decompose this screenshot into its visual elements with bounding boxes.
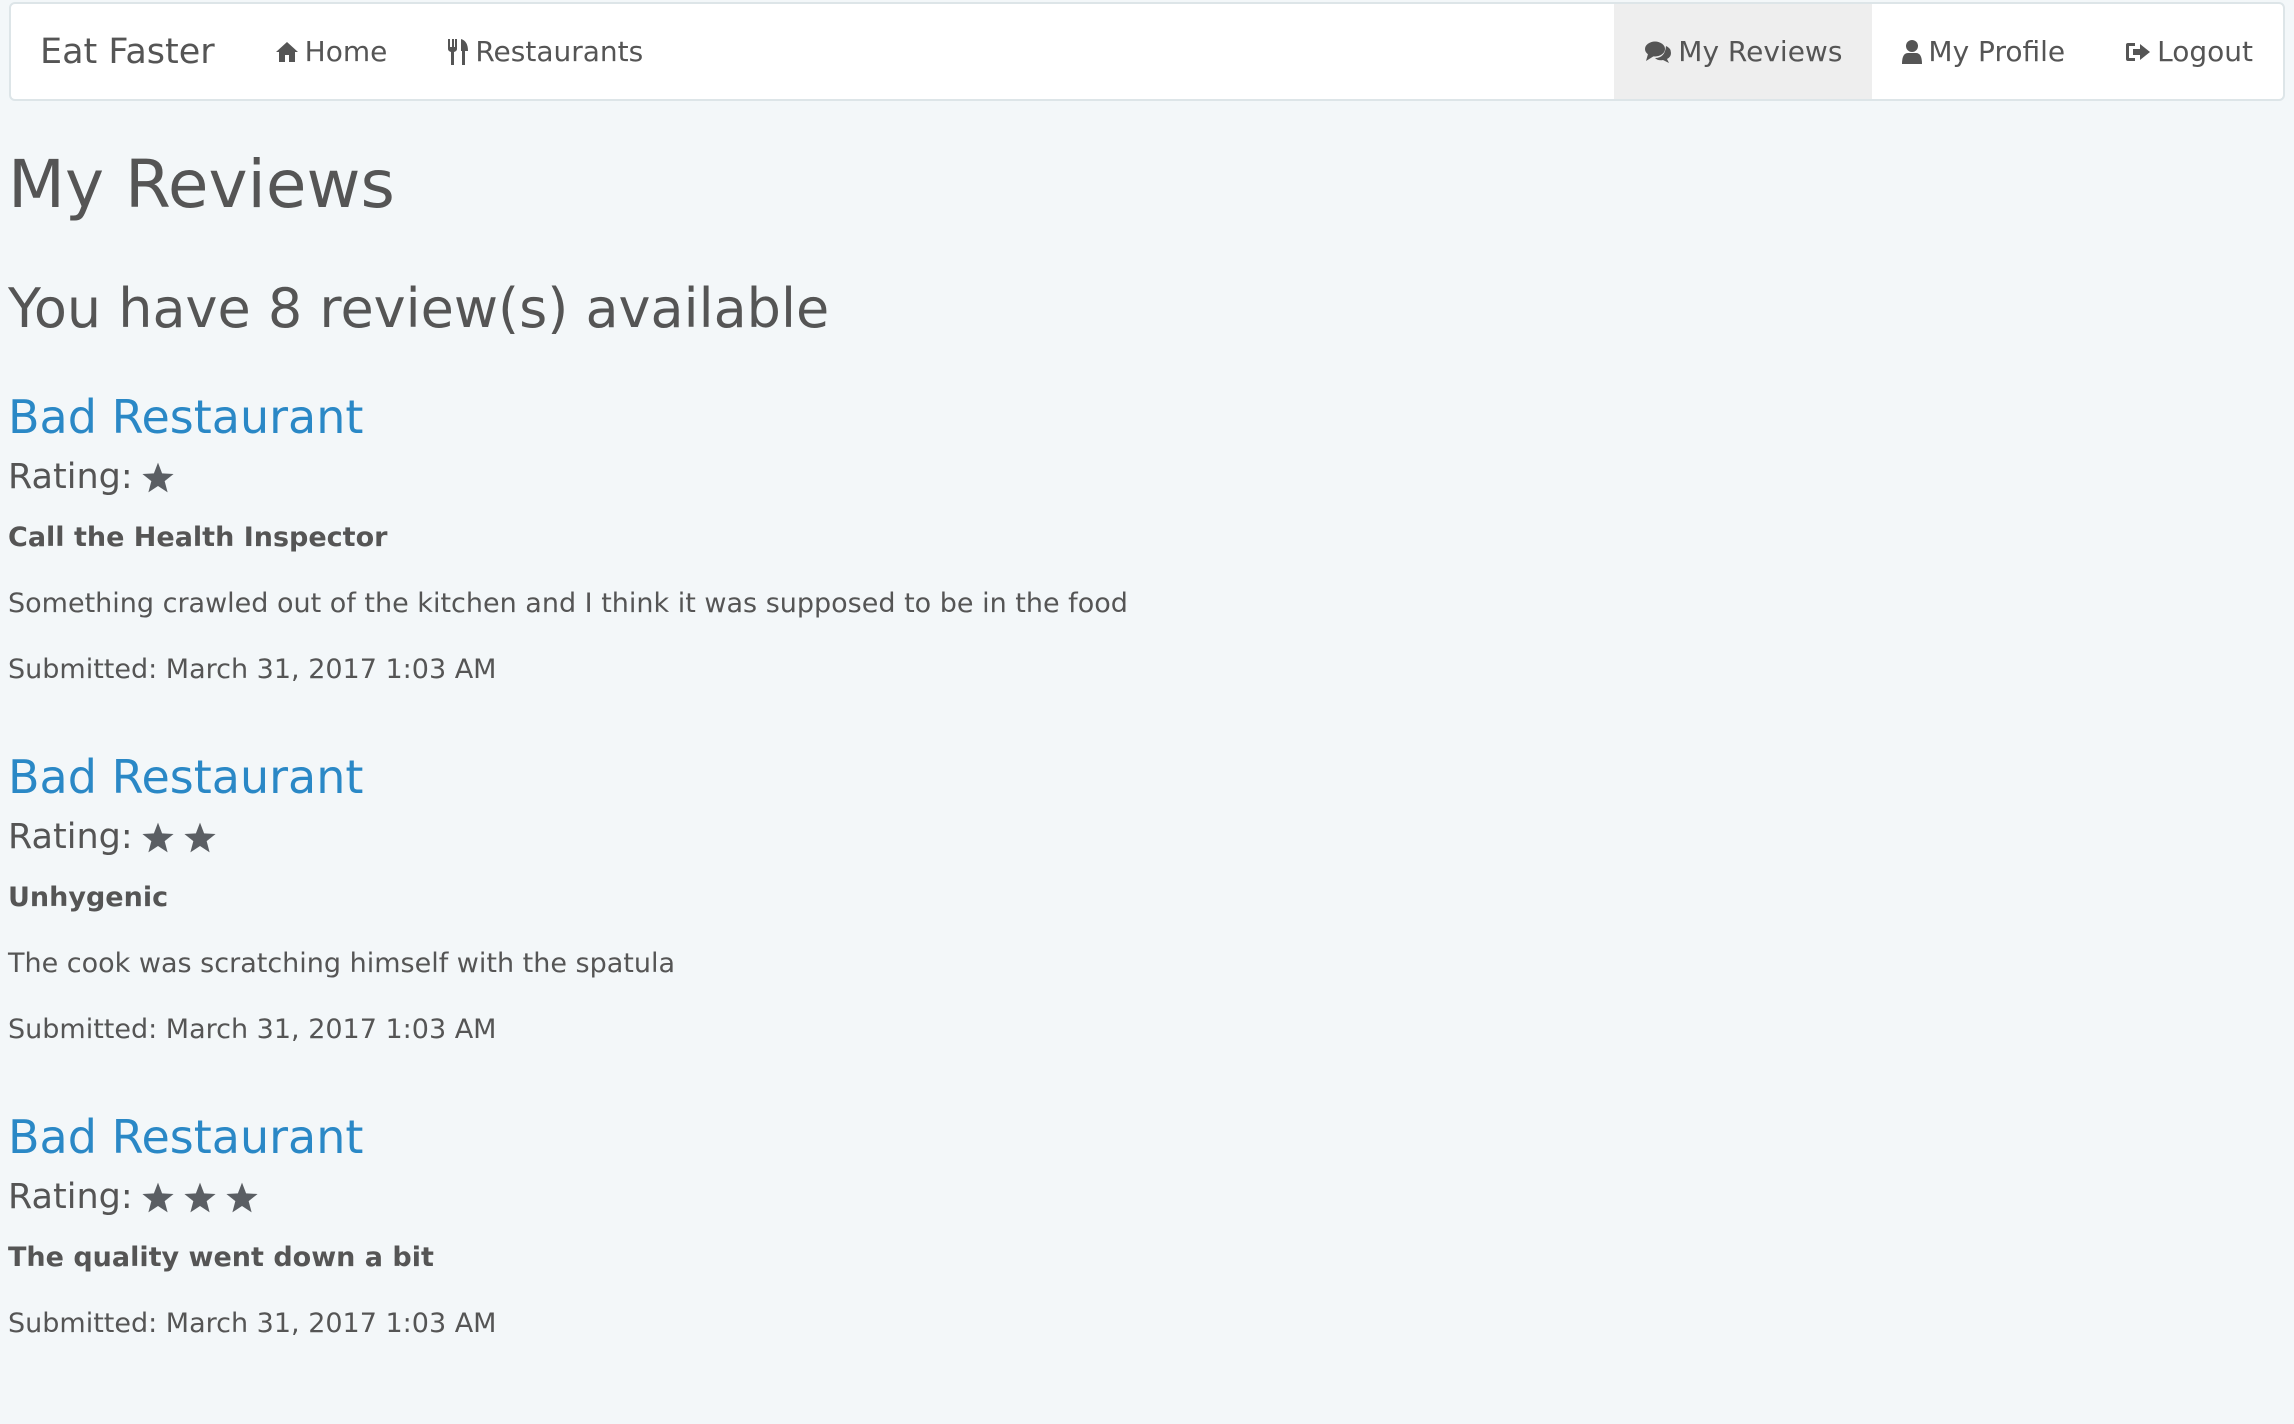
user-icon <box>1902 39 1923 65</box>
nav-item-my-reviews[interactable]: My Reviews <box>1614 4 1873 99</box>
brand-link[interactable]: Eat Faster <box>11 4 245 99</box>
page-title: My Reviews <box>8 146 395 223</box>
review-rating: Rating: <box>8 1174 2278 1220</box>
review-restaurant-link[interactable]: Bad Restaurant <box>8 388 363 446</box>
nav-right: My Reviews My Profile Logout <box>1614 4 2283 99</box>
nav-item-restaurants[interactable]: Restaurants <box>417 4 673 99</box>
cutlery-icon <box>447 38 469 66</box>
comments-icon <box>1644 40 1672 64</box>
nav-item-label: My Reviews <box>1678 35 1843 68</box>
nav-item-label: Logout <box>2157 35 2253 68</box>
nav-item-home[interactable]: Home <box>245 4 418 99</box>
review-item: Bad Restaurant Rating: The quality went … <box>8 1108 2278 1344</box>
rating-stars <box>141 461 175 494</box>
review-body: The cook was scratching himself with the… <box>8 948 676 979</box>
review-restaurant-link[interactable]: Bad Restaurant <box>8 1108 363 1166</box>
nav-item-my-profile[interactable]: My Profile <box>1872 4 2095 99</box>
star-icon <box>184 1182 216 1212</box>
rating-stars <box>141 1181 259 1214</box>
review-body: Something crawled out of the kitchen and… <box>8 588 1128 619</box>
rating-label: Rating: <box>8 817 133 857</box>
star-icon <box>226 1182 258 1212</box>
nav-left: Home Restaurants <box>245 4 674 99</box>
review-item: Bad Restaurant Rating: Unhygenic The coo… <box>8 748 2278 1050</box>
star-icon <box>142 462 174 492</box>
main-content: My Reviews You have 8 review(s) availabl… <box>8 140 2278 1344</box>
star-icon <box>184 822 216 852</box>
review-submitted-date: Submitted: March 31, 2017 1:03 AM <box>8 1014 497 1045</box>
navbar: Eat Faster Home Restaurants My Reviews M <box>9 2 2285 101</box>
home-icon <box>275 41 299 63</box>
rating-label: Rating: <box>8 1177 133 1217</box>
nav-item-label: Restaurants <box>475 35 644 68</box>
review-restaurant-link[interactable]: Bad Restaurant <box>8 748 363 806</box>
review-rating: Rating: <box>8 814 2278 860</box>
rating-label: Rating: <box>8 457 133 497</box>
review-heading: The quality went down a bit <box>8 1242 434 1273</box>
nav-item-label: Home <box>304 35 388 68</box>
star-icon <box>142 822 174 852</box>
review-rating: Rating: <box>8 454 2278 500</box>
review-submitted-date: Submitted: March 31, 2017 1:03 AM <box>8 1308 497 1339</box>
review-count-summary: You have 8 review(s) available <box>8 277 830 340</box>
nav-item-logout[interactable]: Logout <box>2095 4 2283 99</box>
nav-item-label: My Profile <box>1928 35 2066 68</box>
review-submitted-date: Submitted: March 31, 2017 1:03 AM <box>8 654 497 685</box>
rating-stars <box>141 821 217 854</box>
logout-icon <box>2125 41 2151 63</box>
review-heading: Call the Health Inspector <box>8 522 388 553</box>
review-item: Bad Restaurant Rating: Call the Health I… <box>8 388 2278 690</box>
star-icon <box>142 1182 174 1212</box>
review-heading: Unhygenic <box>8 882 169 913</box>
